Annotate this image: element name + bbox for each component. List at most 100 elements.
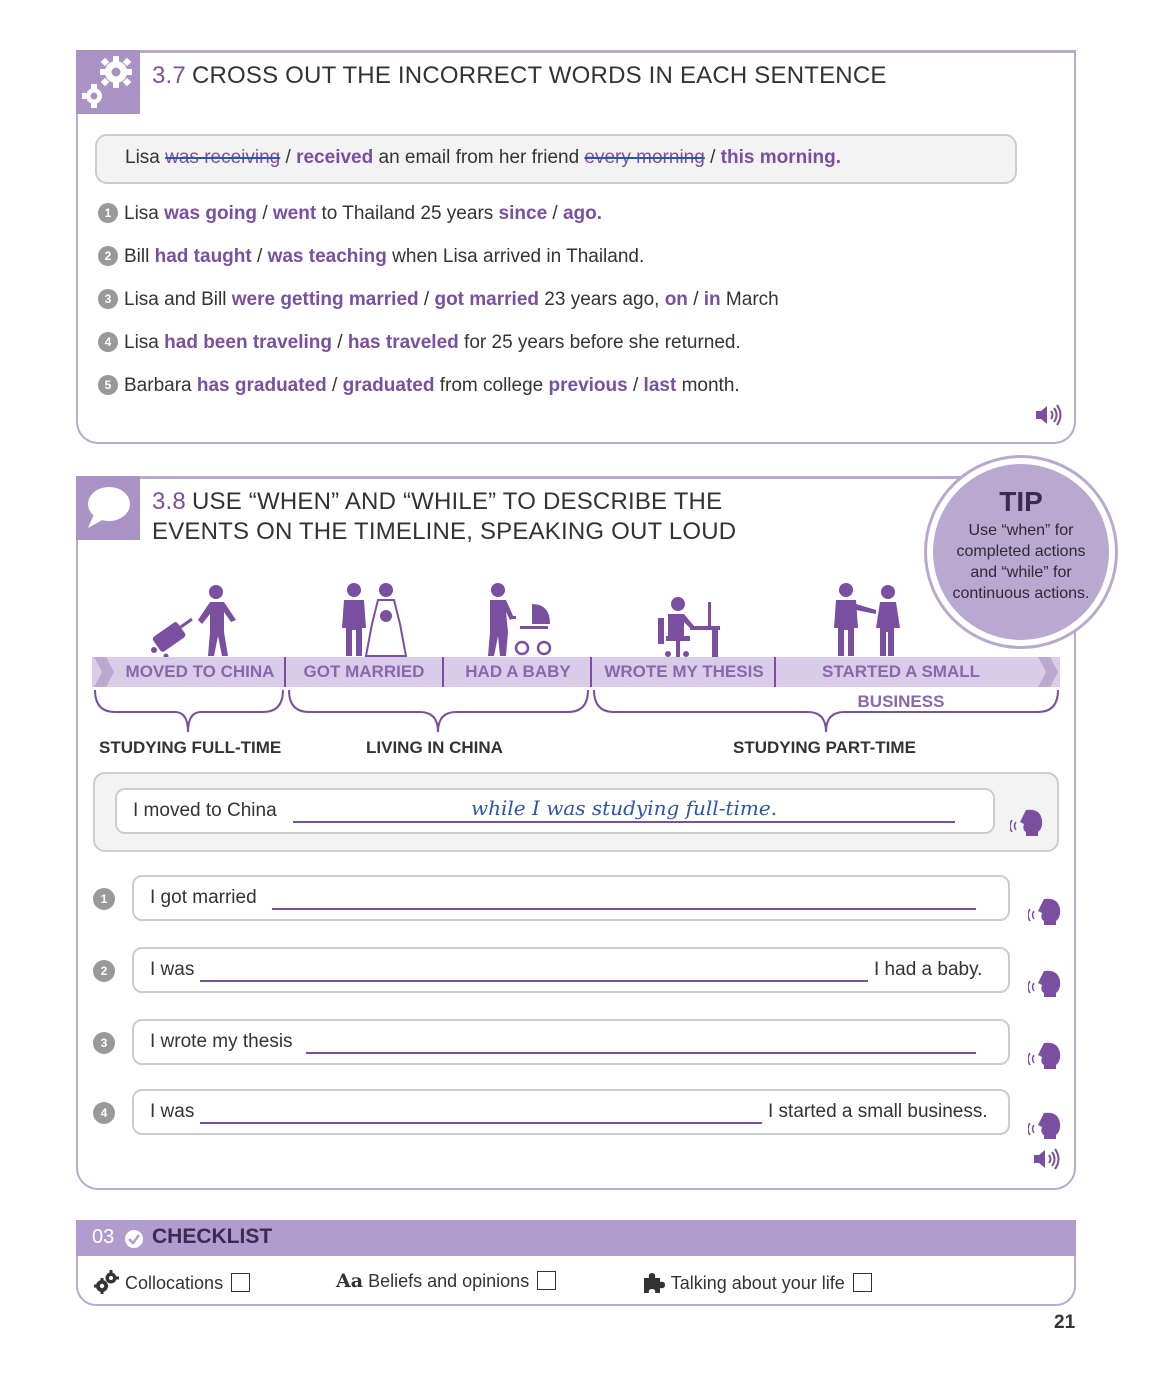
period-label: STUDYING PART-TIME bbox=[733, 738, 916, 757]
aa-icon: Aa bbox=[336, 1270, 364, 1292]
answer-row-4: I was I started a small business. bbox=[132, 1089, 1010, 1135]
bride-and-groom-icon bbox=[342, 583, 408, 657]
example-speech-bubble: I moved to China while I was studying fu… bbox=[115, 788, 995, 834]
sentence-4: 4 Lisa had been traveling / has traveled … bbox=[98, 332, 741, 354]
timeline-event: STARTED A SMALL BUSINESS bbox=[821, 662, 981, 711]
option-word[interactable]: since bbox=[499, 203, 548, 224]
correct-word: this morning. bbox=[720, 147, 841, 168]
puzzle-icon bbox=[644, 1273, 665, 1293]
exercise-3-8-heading: 3.8 USE “WHEN” AND “WHILE” TO DESCRIBE TH… bbox=[152, 487, 736, 547]
example-sentence: Lisa was receiving / received an email f… bbox=[125, 147, 841, 168]
option-word[interactable]: had taught bbox=[155, 246, 252, 267]
sentence-2: 2 Bill had taught / was teaching when Lis… bbox=[98, 246, 644, 268]
tip-circle: TIP Use “when” for completed actions and… bbox=[924, 455, 1118, 649]
period-label: STUDYING FULL-TIME bbox=[99, 738, 282, 757]
option-word[interactable]: had been traveling bbox=[164, 332, 332, 353]
timeline-braces bbox=[94, 689, 1059, 733]
answer-blank[interactable] bbox=[272, 908, 976, 910]
page-number: 21 bbox=[1054, 1312, 1076, 1333]
period-label: LIVING IN CHINA bbox=[366, 738, 503, 757]
exercise-title: CROSS OUT THE INCORRECT WORDS IN EACH SE… bbox=[191, 62, 887, 89]
checklist-header: 03 CHECKLIST bbox=[76, 1220, 1076, 1256]
sentence-3: 3 Lisa and Bill were getting married / go… bbox=[98, 289, 779, 311]
speaking-head-icon[interactable] bbox=[1028, 895, 1062, 925]
audio-icon[interactable] bbox=[1034, 403, 1064, 432]
speech-bubble-icon bbox=[76, 476, 140, 540]
gears-icon bbox=[94, 1270, 119, 1294]
answer-row-2: I was I had a baby. bbox=[132, 947, 1010, 993]
speaking-head-icon[interactable] bbox=[1028, 967, 1062, 997]
check-circle-icon bbox=[125, 1230, 143, 1248]
gears-icon bbox=[76, 50, 140, 114]
sentence-5: 5 Barbara has graduated / graduated from … bbox=[98, 375, 740, 397]
answer-row-1: I got married bbox=[132, 875, 1010, 921]
audio-icon[interactable] bbox=[1032, 1147, 1062, 1176]
example-prefix: I moved to China bbox=[133, 800, 277, 821]
speaking-head-icon[interactable] bbox=[1028, 1109, 1062, 1139]
option-word[interactable]: ago. bbox=[563, 203, 602, 224]
item-number: 2 bbox=[98, 246, 118, 266]
sentence-1: 1 Lisa was going / went to Thailand 25 ye… bbox=[98, 203, 602, 225]
option-word[interactable]: on bbox=[665, 289, 688, 310]
person-at-desk-icon bbox=[658, 597, 720, 658]
checklist-item-talking: Talking about your life bbox=[642, 1270, 872, 1294]
option-word[interactable]: went bbox=[273, 203, 316, 224]
item-number: 5 bbox=[98, 375, 118, 395]
example-handwritten-answer: while I was studying full-time. bbox=[471, 796, 778, 820]
exercise-title-line-2: EVENTS ON THE TIMELINE, SPEAKING OUT LOU… bbox=[152, 518, 737, 545]
option-word[interactable]: last bbox=[644, 375, 677, 396]
item-number: 1 bbox=[98, 203, 118, 223]
crossed-out-word: was receiving bbox=[165, 147, 281, 168]
exercise-title-line-1: USE “WHEN” AND “WHILE” TO DESCRIBE THE bbox=[191, 488, 723, 515]
option-word[interactable]: has graduated bbox=[197, 375, 327, 396]
tip-text: Use “when” for completed actions and “wh… bbox=[952, 522, 1090, 602]
timeline-event: GOT MARRIED bbox=[303, 662, 425, 681]
checklist-panel: 03 CHECKLIST Collocations Aa Beliefs and… bbox=[76, 1220, 1076, 1306]
checklist-item-beliefs: Aa Beliefs and opinions bbox=[336, 1270, 557, 1292]
timeline-event: MOVED TO CHINA bbox=[125, 662, 275, 681]
checkbox[interactable] bbox=[231, 1273, 251, 1292]
two-people-meeting-icon bbox=[834, 583, 900, 656]
crossed-out-word: every morning bbox=[584, 147, 705, 168]
example-sentence-box: Lisa was receiving / received an email f… bbox=[95, 134, 1017, 184]
checklist-item-collocations: Collocations bbox=[94, 1270, 251, 1294]
option-word[interactable]: has traveled bbox=[348, 332, 459, 353]
tip-title: TIP bbox=[999, 486, 1043, 517]
item-number: 3 bbox=[93, 1032, 115, 1054]
item-number: 4 bbox=[98, 332, 118, 352]
option-word[interactable]: was teaching bbox=[268, 246, 387, 267]
correct-word: received bbox=[296, 147, 374, 168]
answer-row-3: I wrote my thesis bbox=[132, 1019, 1010, 1065]
exercise-3-7-panel: 3.7 CROSS OUT THE INCORRECT WORDS IN EACH… bbox=[76, 50, 1076, 444]
item-number: 4 bbox=[93, 1102, 115, 1124]
item-number: 1 bbox=[93, 888, 115, 910]
item-number: 3 bbox=[98, 289, 118, 309]
timeline-event: HAD A BABY bbox=[465, 662, 571, 681]
option-word[interactable]: graduated bbox=[343, 375, 435, 396]
timeline-event: WROTE MY THESIS bbox=[604, 662, 764, 681]
checkbox[interactable] bbox=[852, 1273, 872, 1292]
option-word[interactable]: got married bbox=[434, 289, 539, 310]
exercise-3-7-heading: 3.7 CROSS OUT THE INCORRECT WORDS IN EACH… bbox=[152, 61, 887, 91]
chevron-right-icon bbox=[94, 657, 114, 687]
timeline-bar: MOVED TO CHINA GOT MARRIED HAD A BABY WR… bbox=[92, 657, 1060, 711]
option-word[interactable]: previous bbox=[549, 375, 628, 396]
answer-blank[interactable] bbox=[200, 1122, 762, 1124]
speaking-head-icon[interactable] bbox=[1028, 1039, 1062, 1069]
exercise-number: 3.8 bbox=[152, 488, 186, 515]
option-word[interactable]: in bbox=[704, 289, 721, 310]
chevron-right-icon bbox=[1038, 657, 1058, 687]
answer-blank[interactable] bbox=[306, 1052, 976, 1054]
checklist-title: CHECKLIST bbox=[152, 1225, 273, 1248]
person-with-suitcase-icon bbox=[151, 585, 236, 658]
answer-blank[interactable] bbox=[200, 980, 868, 982]
speaking-head-icon[interactable] bbox=[1010, 806, 1044, 836]
option-word[interactable]: was going bbox=[164, 203, 257, 224]
exercise-number: 3.7 bbox=[152, 62, 186, 89]
person-with-stroller-icon bbox=[488, 583, 552, 656]
item-number: 2 bbox=[93, 960, 115, 982]
option-word[interactable]: were getting married bbox=[232, 289, 419, 310]
checkbox[interactable] bbox=[537, 1271, 557, 1290]
unit-number: 03 bbox=[92, 1226, 115, 1248]
example-answer-box: I moved to China while I was studying fu… bbox=[93, 772, 1059, 852]
